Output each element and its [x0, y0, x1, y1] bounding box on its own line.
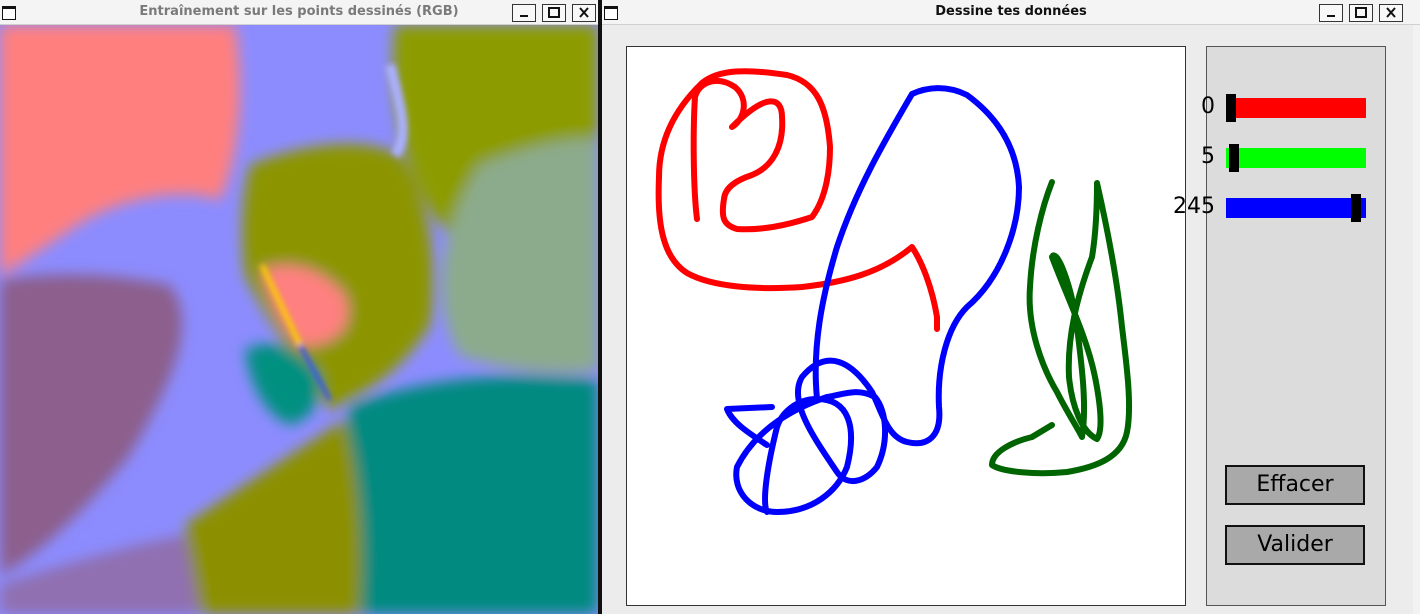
- red-slider[interactable]: 0: [1201, 92, 1385, 122]
- close-button[interactable]: [1379, 4, 1403, 22]
- window-edge: [1413, 25, 1420, 614]
- validate-button[interactable]: Valider: [1225, 525, 1365, 565]
- close-button[interactable]: [572, 4, 596, 22]
- training-window-title: Entraînement sur les points dessinés (RG…: [139, 4, 459, 19]
- blue-slider-track[interactable]: [1226, 194, 1366, 222]
- minimize-button[interactable]: [1319, 4, 1343, 22]
- green-slider-track[interactable]: [1226, 144, 1366, 172]
- training-window-titlebar[interactable]: Entraînement sur les points dessinés (RG…: [0, 0, 598, 25]
- drawing-window-title: Dessine tes données: [935, 4, 1087, 19]
- decision-map-canvas: [0, 25, 598, 614]
- maximize-button[interactable]: [1349, 4, 1373, 22]
- drawing-window: Dessine tes données 0 5 245 Effacer Vali…: [602, 0, 1420, 614]
- drawing-window-titlebar[interactable]: Dessine tes données: [602, 0, 1420, 25]
- training-window: Entraînement sur les points dessinés (RG…: [0, 0, 598, 614]
- clear-button[interactable]: Effacer: [1225, 465, 1365, 505]
- green-slider-handle[interactable]: [1229, 144, 1239, 172]
- stroke-red: [655, 68, 940, 332]
- green-slider[interactable]: 5: [1201, 142, 1385, 172]
- blue-slider-handle[interactable]: [1351, 194, 1361, 222]
- maximize-button[interactable]: [542, 4, 566, 22]
- red-slider-handle[interactable]: [1226, 94, 1236, 122]
- region-teal: [343, 376, 598, 614]
- color-panel: 0 5 245 Effacer Valider: [1173, 46, 1386, 606]
- minimize-button[interactable]: [512, 4, 536, 22]
- red-slider-track[interactable]: [1226, 94, 1366, 122]
- stroke-blue: [724, 85, 1022, 515]
- blue-slider-value: 245: [1173, 194, 1215, 219]
- blue-slider[interactable]: 245: [1173, 192, 1385, 222]
- drawing-canvas[interactable]: [626, 46, 1186, 606]
- red-slider-value: 0: [1201, 94, 1215, 119]
- green-slider-value: 5: [1201, 144, 1215, 169]
